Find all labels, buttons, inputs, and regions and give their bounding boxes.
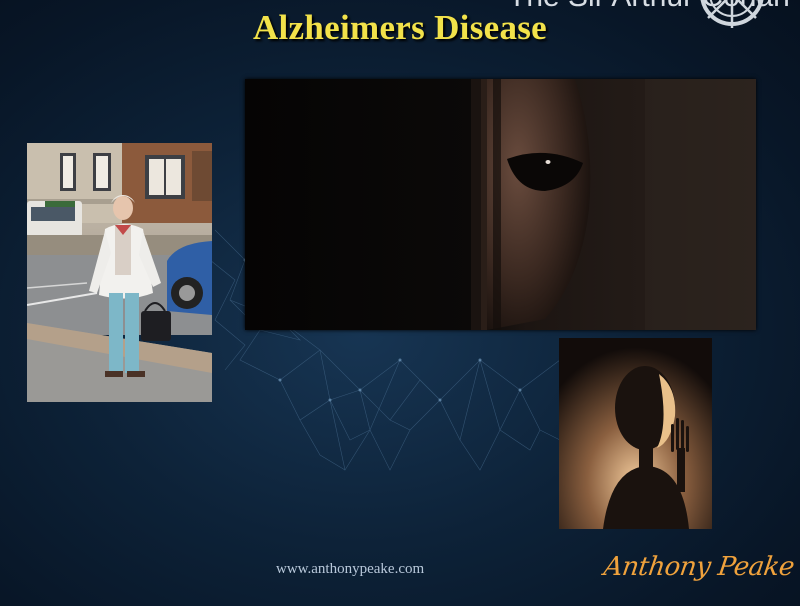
elderly-woman-photo	[27, 143, 212, 402]
presenter-signature-logo: Anthony Peake	[601, 552, 797, 582]
alien-eye-photo	[245, 79, 756, 330]
presentation-slide: The Sir Arthur Conan Alzheimers Disease	[0, 0, 800, 606]
website-url: www.anthonypeake.com	[276, 561, 425, 577]
slide-title: Alzheimers Disease	[252, 8, 548, 47]
alien-silhouette-photo	[559, 338, 712, 529]
